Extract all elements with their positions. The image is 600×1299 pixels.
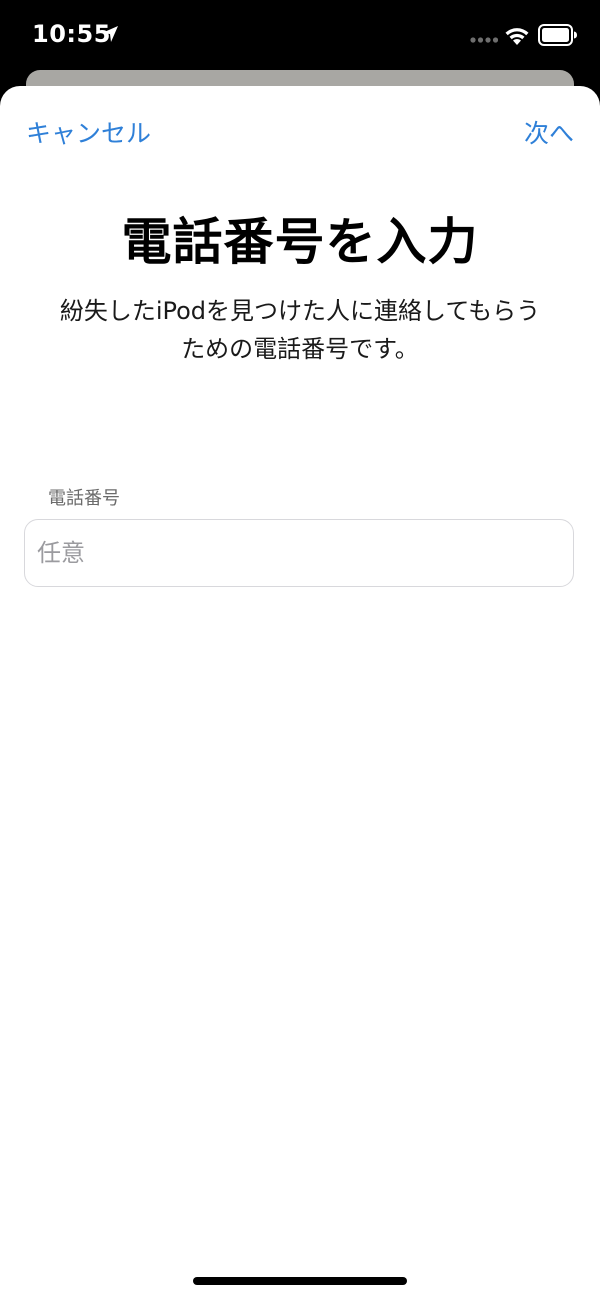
cancel-button[interactable]: キャンセル xyxy=(26,114,151,150)
phone-number-input[interactable] xyxy=(37,520,557,586)
description-text: 紛失したiPodを見つけた人に連絡してもらう ための電話番号です。 xyxy=(40,292,560,368)
phone-field-label: 電話番号 xyxy=(48,488,120,509)
status-bar: 10:55 xyxy=(0,0,600,70)
battery-icon xyxy=(538,24,577,46)
phone-field-container[interactable] xyxy=(24,519,574,587)
location-arrow-icon xyxy=(102,26,118,42)
page-title: 電話番号を入力 xyxy=(121,213,479,271)
description-line-2: ための電話番号です。 xyxy=(181,335,419,363)
description-line-1: 紛失したiPodを見つけた人に連絡してもらう xyxy=(59,297,541,325)
cellular-signal-icon xyxy=(470,37,498,43)
home-indicator xyxy=(193,1277,407,1285)
modal-sheet: キャンセル 次へ 電話番号を入力 紛失したiPodを見つけた人に連絡してもらう … xyxy=(0,86,600,1299)
wifi-icon xyxy=(505,28,529,45)
next-button[interactable]: 次へ xyxy=(524,114,574,150)
